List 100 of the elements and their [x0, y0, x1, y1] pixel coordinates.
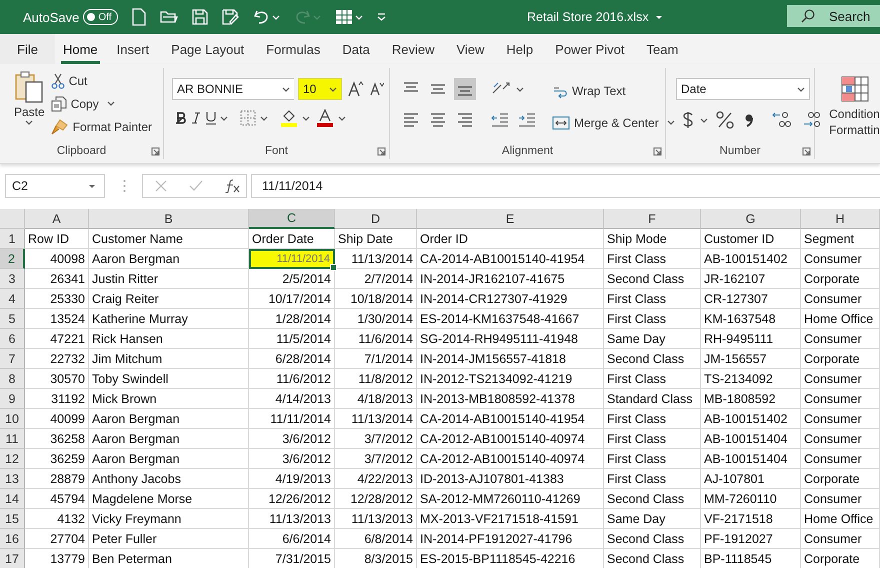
- column-header[interactable]: A: [25, 209, 89, 229]
- table-cell: Magdelene Morse: [89, 489, 249, 509]
- ribbon-tab[interactable]: Formulas: [255, 34, 332, 64]
- table-cell: 10/17/2014: [249, 289, 335, 309]
- row-header[interactable]: 5: [0, 309, 25, 329]
- row-header[interactable]: 13: [0, 469, 25, 489]
- table-cell: 36259: [25, 449, 89, 469]
- row-header[interactable]: 3: [0, 269, 25, 289]
- table-cell: First Class: [604, 429, 701, 449]
- number-format-dropdown[interactable]: Date: [676, 78, 810, 100]
- row-header[interactable]: 6: [0, 329, 25, 349]
- table-cell: RH-9495111: [701, 329, 801, 349]
- table-cell: 11/13/2014: [335, 409, 417, 429]
- table-cell: BP-1118545: [701, 549, 801, 568]
- row-header[interactable]: 17: [0, 549, 25, 568]
- table-cell: Same Day: [604, 329, 701, 349]
- font-size-dropdown[interactable]: 10: [298, 78, 342, 100]
- ribbon-tab[interactable]: Help: [495, 34, 544, 64]
- conditional-formatting-button[interactable]: Condition Formattin: [815, 68, 880, 138]
- table-cell: MX-2013-VF2171518-41591: [417, 509, 604, 529]
- column-header[interactable]: F: [604, 209, 701, 229]
- table-cell: Row ID: [25, 229, 89, 249]
- wrap-text-button[interactable]: Wrap Text: [552, 80, 675, 101]
- table-cell: First Class: [604, 309, 701, 329]
- table-cell: Consumer: [801, 529, 880, 549]
- row-header[interactable]: 4: [0, 289, 25, 309]
- table-cell: Home Office: [801, 309, 880, 329]
- table-cell: IN-2014-JM156557-41818: [417, 349, 604, 369]
- row-header[interactable]: 7: [0, 349, 25, 369]
- autosave-toggle[interactable]: Off: [83, 9, 118, 25]
- ribbon-tab[interactable]: Team: [636, 34, 690, 64]
- table-cell: 4/22/2013: [335, 469, 417, 489]
- table-cell: SA-2012-MM7260110-41269: [417, 489, 604, 509]
- table-cell: 1/30/2014: [335, 309, 417, 329]
- copy-button[interactable]: Copy: [50, 93, 152, 114]
- ribbon-tab[interactable]: File: [0, 34, 55, 64]
- table-cell: IN-2013-MB1808592-41378: [417, 389, 604, 409]
- column-header[interactable]: D: [335, 209, 417, 229]
- table-cell: 11/6/2012: [249, 369, 335, 389]
- table-cell: CA-2012-AB10015140-40974: [417, 449, 604, 469]
- table-cell: Standard Class: [604, 389, 701, 409]
- search-box[interactable]: Search: [787, 5, 880, 27]
- table-cell: 4/14/2013: [249, 389, 335, 409]
- row-header[interactable]: 11: [0, 429, 25, 449]
- column-header[interactable]: G: [701, 209, 801, 229]
- ribbon-tab[interactable]: Data: [331, 34, 381, 64]
- ribbon-tab[interactable]: View: [445, 34, 496, 64]
- ribbon-tab[interactable]: Power Pivot: [544, 34, 636, 64]
- table-cell: Craig Reiter: [89, 289, 249, 309]
- table-cell: Consumer: [801, 409, 880, 429]
- table-cell: IN-2012-TS2134092-41219: [417, 369, 604, 389]
- table-cell: Anthony Jacobs: [89, 469, 249, 489]
- column-header[interactable]: B: [89, 209, 249, 229]
- name-box[interactable]: C2: [5, 174, 105, 198]
- table-cell: ID-2013-AJ107801-41383: [417, 469, 604, 489]
- column-header[interactable]: H: [801, 209, 880, 229]
- table-cell: 7/1/2014: [335, 349, 417, 369]
- format-painter-button[interactable]: Format Painter: [50, 116, 152, 137]
- table-cell: AB-100151402: [701, 249, 801, 269]
- table-cell: First Class: [604, 449, 701, 469]
- column-header[interactable]: E: [417, 209, 604, 229]
- row-header[interactable]: 2: [0, 249, 25, 269]
- row-header[interactable]: 12: [0, 449, 25, 469]
- row-header[interactable]: 15: [0, 509, 25, 529]
- ribbon-tab[interactable]: Insert: [106, 34, 160, 64]
- file-name[interactable]: Retail Store 2016.xlsx: [527, 10, 663, 24]
- row-header[interactable]: 14: [0, 489, 25, 509]
- row-header[interactable]: 1: [0, 229, 25, 249]
- table-cell: Vicky Freymann: [89, 509, 249, 529]
- table-cell: 6/28/2014: [249, 349, 335, 369]
- table-cell: MB-1808592: [701, 389, 801, 409]
- cut-button[interactable]: Cut: [50, 70, 152, 91]
- column-header[interactable]: C: [249, 209, 335, 229]
- table-cell: Ship Mode: [604, 229, 701, 249]
- table-cell: 13779: [25, 549, 89, 568]
- font-name-dropdown[interactable]: AR BONNIE: [172, 78, 294, 100]
- ribbon-tab[interactable]: Page Layout: [160, 34, 256, 64]
- table-cell: 4/19/2013: [249, 469, 335, 489]
- table-cell: 40098: [25, 249, 89, 269]
- table-cell: 2/5/2014: [249, 269, 335, 289]
- group-label: Font: [264, 145, 288, 157]
- table-cell: IN-2014-JR162107-41675: [417, 269, 604, 289]
- paste-button[interactable]: Paste: [0, 68, 51, 143]
- table-cell: MM-7260110: [701, 489, 801, 509]
- row-header[interactable]: 10: [0, 409, 25, 429]
- row-header[interactable]: 8: [0, 369, 25, 389]
- row-header[interactable]: 16: [0, 529, 25, 549]
- formula-input[interactable]: 11/11/2014: [251, 174, 880, 198]
- table-cell: CA-2014-AB10015140-41954: [417, 249, 604, 269]
- table-cell: Second Class: [604, 349, 701, 369]
- row-header[interactable]: 9: [0, 389, 25, 409]
- merge-center-button[interactable]: Merge & Center: [552, 112, 675, 133]
- ribbon-tab[interactable]: Review: [380, 34, 446, 64]
- table-cell: First Class: [604, 469, 701, 489]
- table-cell: TS-2134092: [701, 369, 801, 389]
- group-label: Number: [720, 145, 760, 157]
- table-cell: 11/5/2014: [249, 329, 335, 349]
- table-cell: Home Office: [801, 509, 880, 529]
- table-cell: 22732: [25, 349, 89, 369]
- autosave-label: AutoSave: [23, 10, 80, 24]
